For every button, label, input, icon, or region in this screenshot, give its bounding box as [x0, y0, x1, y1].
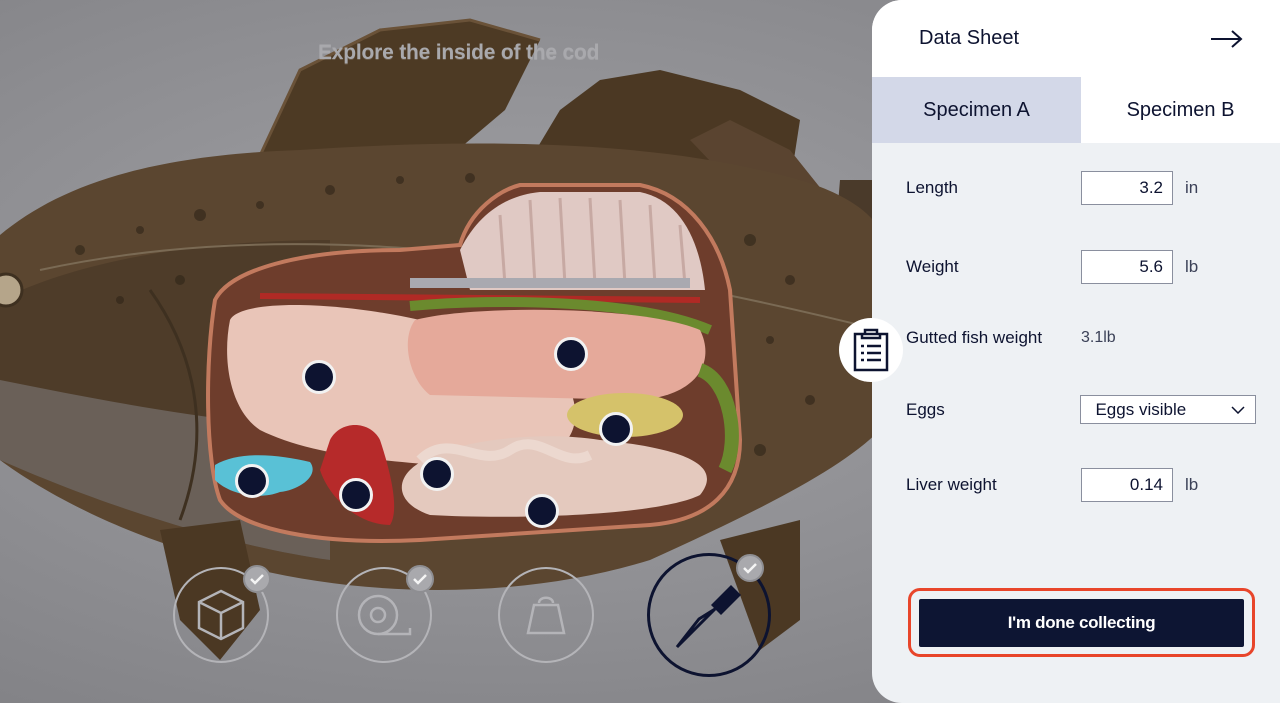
eggs-label: Eggs [906, 399, 945, 419]
completed-check-icon [406, 565, 434, 593]
clipboard-button[interactable] [839, 318, 903, 382]
length-row: Length 3.2 in [906, 171, 1256, 205]
liver-hotspot[interactable] [302, 360, 336, 394]
chevron-down-icon [1231, 405, 1245, 414]
length-label: Length [906, 178, 958, 197]
weight-icon [526, 596, 566, 635]
pyloric-hotspot[interactable] [420, 457, 454, 491]
scalpel-icon [675, 585, 741, 649]
gutted-weight-row: Gutted fish weight 3.1lb [906, 328, 1256, 348]
intestine-hotspot[interactable] [525, 494, 559, 528]
stomach-hotspot[interactable] [554, 337, 588, 371]
eggs-select[interactable]: Eggs visible [1080, 395, 1256, 424]
clipboard-icon [853, 328, 889, 372]
heart-hotspot[interactable] [339, 478, 373, 512]
gutted-weight-label: Gutted fish weight [906, 328, 1043, 347]
gill-hotspot[interactable] [235, 464, 269, 498]
liver-weight-row: Liver weight 0.14 lb [906, 468, 1256, 502]
cube-icon [197, 589, 245, 641]
3d-box-tool[interactable] [173, 565, 271, 663]
liver-weight-label: Liver weight [906, 475, 997, 494]
scene-title: Explore the inside of the cod [318, 41, 600, 64]
completed-check-icon [243, 565, 271, 593]
weight-input[interactable]: 5.6 [1081, 250, 1173, 284]
scalpel-tool[interactable] [647, 553, 771, 677]
scale-weight-tool[interactable] [498, 567, 594, 663]
specimen-tabs: Specimen A Specimen B [872, 77, 1280, 143]
gonad-hotspot[interactable] [599, 412, 633, 446]
liver-weight-unit: lb [1185, 475, 1199, 494]
panel-header: Data Sheet [872, 0, 1280, 77]
weight-unit: lb [1185, 257, 1199, 276]
eggs-row: Eggs Eggs visible [906, 395, 1256, 424]
weight-label: Weight [906, 257, 959, 276]
eggs-selected-value: Eggs visible [1095, 399, 1187, 419]
tab-specimen-a[interactable]: Specimen A [872, 77, 1081, 143]
arrow-right-icon[interactable] [1210, 29, 1244, 49]
done-collecting-button[interactable]: I'm done collecting [919, 598, 1244, 647]
tab-specimen-b[interactable]: Specimen B [1081, 77, 1280, 143]
length-input[interactable]: 3.2 [1081, 171, 1173, 205]
completed-check-icon [736, 554, 764, 582]
gutted-weight-value: 3.1lb [1081, 329, 1116, 346]
liver-weight-input[interactable]: 0.14 [1081, 468, 1173, 502]
done-button-highlight: I'm done collecting [908, 588, 1255, 657]
tape-measure-icon [357, 594, 412, 636]
length-unit: in [1185, 178, 1199, 197]
panel-title: Data Sheet [919, 27, 1020, 49]
weight-row: Weight 5.6 lb [906, 250, 1256, 284]
measure-tape-tool[interactable] [336, 565, 434, 663]
